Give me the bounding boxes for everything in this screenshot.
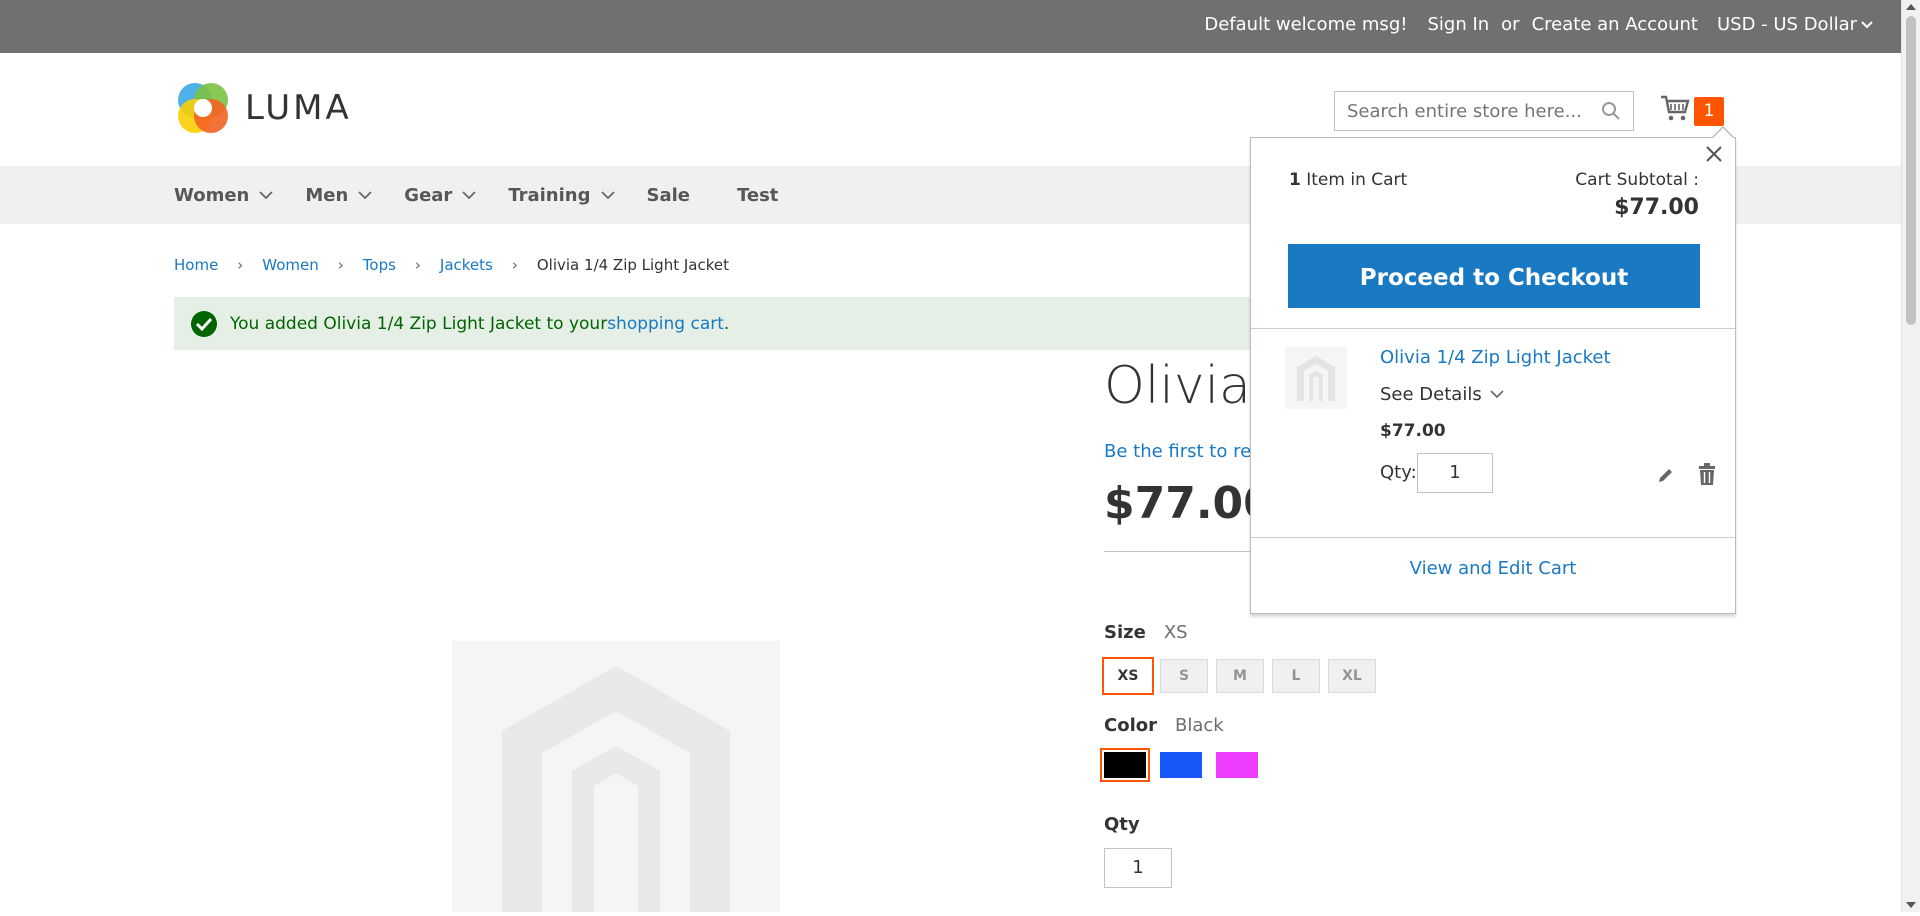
welcome-message: Default welcome msg! — [1204, 14, 1408, 35]
top-panel: Default welcome msg! Sign In or Create a… — [0, 0, 1901, 53]
checkmark-icon — [191, 310, 217, 337]
nav-item-training[interactable]: Training — [508, 184, 615, 206]
chevron-right-icon: › — [511, 256, 518, 274]
size-label: Size — [1104, 622, 1146, 643]
chevron-down-icon — [358, 190, 372, 199]
page-scrollbar[interactable] — [1901, 0, 1920, 912]
nav-label: Training — [508, 184, 591, 206]
color-option-blue[interactable] — [1160, 752, 1202, 778]
message-text: You added Olivia 1/4 Zip Light Jacket to… — [230, 313, 608, 334]
nav-label: Gear — [404, 184, 453, 206]
qty-label: Qty — [1104, 814, 1140, 835]
minicart-dropdown: 1 Item in Cart Cart Subtotal : $77.00 Pr… — [1250, 126, 1736, 614]
chevron-right-icon: › — [414, 256, 421, 274]
pencil-icon[interactable] — [1657, 466, 1675, 484]
chevron-right-icon: › — [337, 256, 344, 274]
view-and-edit-cart-link[interactable]: View and Edit Cart — [1251, 558, 1735, 579]
create-account-link[interactable]: Create an Account — [1532, 14, 1698, 35]
search-icon[interactable] — [1601, 101, 1621, 121]
search-box — [1334, 91, 1634, 131]
subtotal-amount: $77.00 — [1614, 195, 1699, 220]
item-price: $77.00 — [1380, 421, 1446, 441]
magento-placeholder-icon — [1297, 356, 1335, 401]
breadcrumb-home[interactable]: Home — [174, 256, 218, 274]
or-text: or — [1501, 14, 1520, 35]
size-option-xs[interactable]: XS — [1102, 657, 1154, 695]
luma-logo-icon — [178, 83, 228, 133]
breadcrumb-jackets[interactable]: Jackets — [440, 256, 493, 274]
nav-label: Women — [174, 184, 250, 206]
item-name-link[interactable]: Olivia 1/4 Zip Light Jacket — [1380, 347, 1611, 368]
divider — [1251, 328, 1735, 329]
item-qty-label: Qty: — [1380, 462, 1417, 483]
size-label-row: Size XS — [1104, 622, 1188, 643]
color-option-purple[interactable] — [1216, 752, 1258, 778]
chevron-down-icon — [1490, 390, 1504, 399]
store-logo[interactable]: LUMA — [175, 80, 360, 136]
trash-icon[interactable] — [1697, 463, 1717, 485]
currency-switcher[interactable]: USD - US Dollar — [1717, 14, 1873, 35]
cart-item-count: 1 Item in Cart — [1289, 170, 1407, 190]
chevron-down-icon — [600, 190, 615, 199]
nav-label: Men — [305, 184, 349, 206]
nav-item-sale[interactable]: Sale — [647, 185, 691, 206]
see-details-toggle[interactable]: See Details — [1380, 384, 1504, 405]
magento-placeholder-icon — [502, 666, 730, 912]
breadcrumb: Home › Women › Tops › Jackets › Olivia 1… — [174, 256, 729, 274]
shopping-cart-link[interactable]: shopping cart — [607, 314, 724, 334]
proceed-to-checkout-button[interactable]: Proceed to Checkout — [1288, 244, 1700, 308]
breadcrumb-tops[interactable]: Tops — [363, 256, 396, 274]
sign-in-link[interactable]: Sign In — [1427, 14, 1489, 35]
scrollbar-thumb[interactable] — [1906, 16, 1916, 325]
currency-label: USD - US Dollar — [1716, 14, 1857, 35]
subtotal-label: Cart Subtotal : — [1575, 170, 1699, 190]
divider — [1251, 537, 1735, 538]
search-input[interactable] — [1335, 92, 1609, 130]
size-option-s[interactable]: S — [1160, 659, 1208, 693]
chevron-down-icon — [462, 190, 476, 199]
product-price: $77.00 — [1104, 478, 1274, 529]
chevron-down-icon — [1861, 20, 1873, 28]
item-qty-input[interactable]: 1 — [1417, 453, 1493, 493]
product-image[interactable] — [452, 641, 780, 912]
nav-label: Sale — [646, 184, 691, 206]
color-label: Color — [1104, 715, 1157, 736]
color-swatches — [1100, 748, 1258, 782]
logo-wordmark: LUMA — [245, 88, 352, 128]
scroll-up-arrow-icon[interactable] — [1906, 4, 1916, 10]
dropdown-arrow-inner — [1712, 128, 1734, 139]
nav-item-men[interactable]: Men — [305, 185, 372, 206]
nav-item-women[interactable]: Women — [174, 185, 273, 206]
cart-count-text: Item in Cart — [1306, 170, 1408, 190]
size-option-xl[interactable]: XL — [1328, 659, 1376, 693]
message-end: . — [723, 313, 730, 334]
color-label-row: Color Black — [1104, 715, 1224, 736]
item-thumbnail[interactable] — [1285, 347, 1347, 409]
nav-item-test[interactable]: Test — [737, 185, 778, 206]
size-option-l[interactable]: L — [1272, 659, 1320, 693]
size-selected: XS — [1163, 622, 1188, 643]
size-option-m[interactable]: M — [1216, 659, 1264, 693]
nav-label: Test — [737, 184, 779, 206]
close-icon[interactable] — [1704, 144, 1724, 164]
breadcrumb-women[interactable]: Women — [262, 256, 318, 274]
color-selected: Black — [1175, 715, 1224, 736]
color-option-black[interactable] — [1100, 748, 1150, 782]
chevron-right-icon: › — [237, 256, 244, 274]
chevron-down-icon — [259, 190, 273, 199]
see-details-label: See Details — [1380, 384, 1482, 405]
scroll-down-arrow-icon[interactable] — [1906, 902, 1916, 908]
cart-icon[interactable] — [1660, 93, 1690, 123]
review-link[interactable]: Be the first to revi — [1104, 441, 1267, 462]
breadcrumb-current: Olivia 1/4 Zip Light Jacket — [536, 256, 729, 274]
qty-input[interactable]: 1 — [1104, 848, 1172, 888]
size-swatches: XS S M L XL — [1102, 657, 1376, 695]
nav-item-gear[interactable]: Gear — [404, 185, 476, 206]
cart-count-number: 1 — [1289, 170, 1301, 190]
cart-counter-badge[interactable]: 1 — [1694, 97, 1724, 126]
